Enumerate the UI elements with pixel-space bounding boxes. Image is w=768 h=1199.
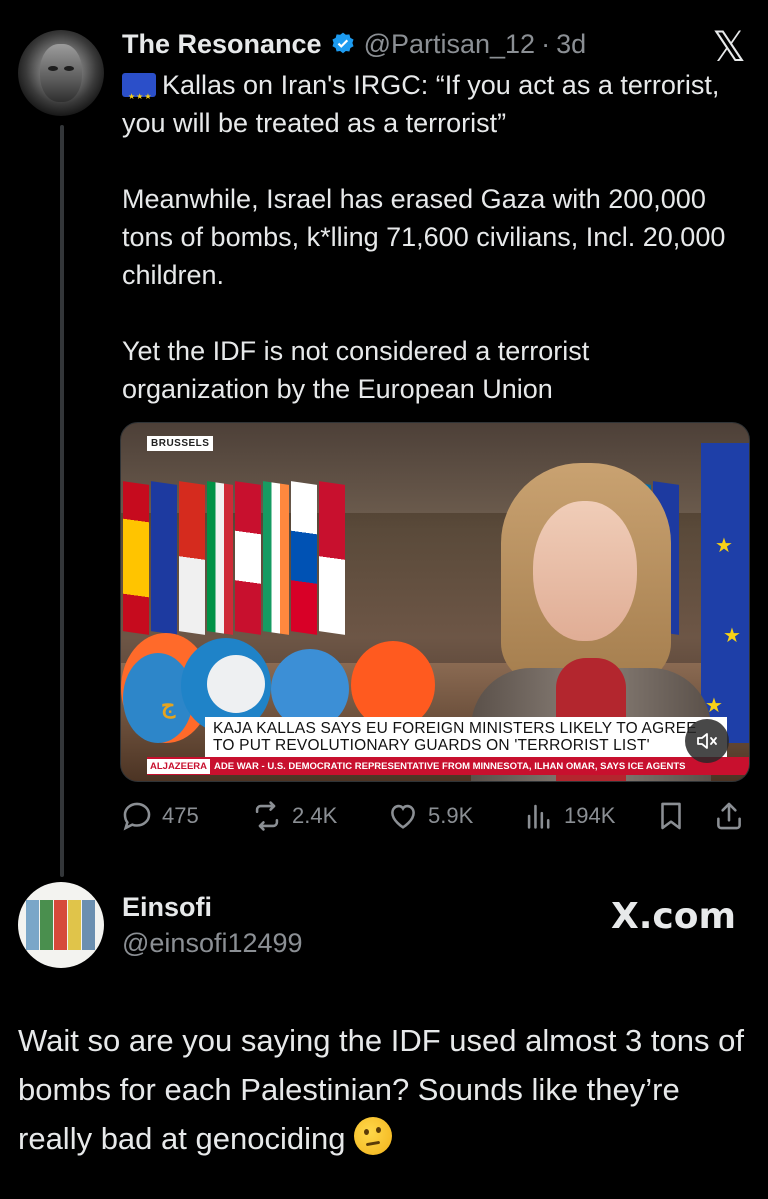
mute-button[interactable] bbox=[685, 719, 729, 763]
tweet-paragraph: Meanwhile, Israel has erased Gaza with 2… bbox=[122, 184, 726, 290]
channel-tag: ALJAZEERA bbox=[147, 758, 211, 774]
like-button[interactable]: 5.9K bbox=[386, 796, 473, 836]
tweet-paragraph: Yet the IDF is not considered a terroris… bbox=[122, 336, 590, 404]
verified-badge-icon bbox=[332, 32, 354, 54]
headline-line-2: TO PUT REVOLUTIONARY GUARDS ON 'TERRORIS… bbox=[213, 737, 650, 754]
news-headline: KAJA KALLAS SAYS EU FOREIGN MINISTERS LI… bbox=[205, 717, 727, 757]
reply-count: 475 bbox=[162, 803, 199, 828]
tweet-video[interactable]: ★ ★ ★ BRUSSELS ج KAJA KALLAS SAYS EU FOR… bbox=[120, 422, 750, 782]
share-icon bbox=[717, 802, 741, 830]
microphone bbox=[351, 641, 435, 729]
location-tag: BRUSSELS bbox=[147, 436, 214, 451]
news-ticker: ALJAZEERA ADE WAR - U.S. DEMOCRATIC REPR… bbox=[147, 757, 749, 775]
repost-icon bbox=[255, 801, 279, 831]
reply-body: Wait so are you saying the IDF used almo… bbox=[18, 1016, 748, 1163]
reply-author-handle[interactable]: @einsofi12499 bbox=[122, 928, 303, 959]
x-com-watermark: X.com bbox=[610, 896, 736, 937]
share-button[interactable] bbox=[712, 796, 754, 836]
speaker-muted-icon bbox=[697, 733, 717, 749]
views-count: 194K bbox=[564, 803, 616, 828]
tweet-header: The Resonance @Partisan_12 · 3d bbox=[122, 26, 748, 62]
ticker-text: ADE WAR - U.S. DEMOCRATIC REPRESENTATIVE… bbox=[214, 760, 686, 772]
tweet-body: Kallas on Iran's IRGC: “If you act as a … bbox=[122, 66, 742, 446]
eu-flag-icon bbox=[122, 73, 156, 116]
headline-line-1: KAJA KALLAS SAYS EU FOREIGN MINISTERS LI… bbox=[213, 720, 697, 737]
bookmark-button[interactable] bbox=[654, 796, 696, 836]
aljazeera-logo-icon: ج bbox=[161, 693, 176, 719]
views-button[interactable]: 194K bbox=[522, 796, 615, 836]
x-logo-icon: 𝕏 bbox=[712, 22, 746, 71]
tweet-actions: 475 2.4K 5.9K 194K bbox=[120, 796, 750, 836]
author-avatar[interactable] bbox=[18, 30, 104, 116]
tweet-paragraph: Kallas on Iran's IRGC: “If you act as a … bbox=[122, 66, 742, 142]
repost-button[interactable]: 2.4K bbox=[250, 796, 337, 836]
like-count: 5.9K bbox=[428, 803, 474, 828]
author-name[interactable]: The Resonance bbox=[122, 29, 322, 60]
repost-count: 2.4K bbox=[292, 803, 338, 828]
reply-author-avatar[interactable] bbox=[18, 882, 104, 968]
reply-icon bbox=[123, 802, 151, 831]
reply-button[interactable]: 475 bbox=[120, 796, 199, 836]
thinking-face-emoji bbox=[354, 1117, 393, 1155]
views-chart-icon bbox=[527, 804, 550, 829]
thread-connector-line bbox=[60, 125, 64, 877]
reply-author-name[interactable]: Einsofi bbox=[122, 892, 212, 923]
heart-icon bbox=[391, 804, 415, 829]
bookmark-icon bbox=[661, 802, 681, 830]
microphone bbox=[207, 655, 265, 713]
tweet-timestamp[interactable]: 3d bbox=[556, 29, 586, 60]
separator-dot: · bbox=[541, 28, 551, 59]
eu-flag-backdrop: ★ ★ ★ bbox=[701, 443, 749, 743]
author-handle[interactable]: @Partisan_12 bbox=[364, 29, 536, 60]
